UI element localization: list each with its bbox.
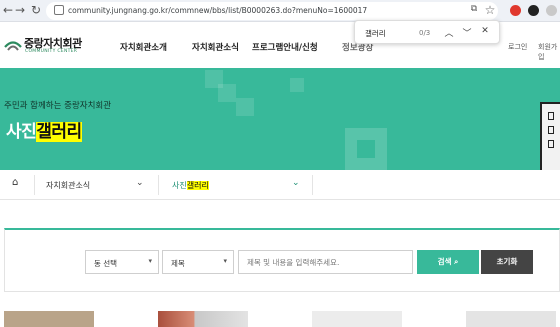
banner-decoration — [218, 84, 236, 102]
home-icon[interactable]: ⌂ — [12, 177, 18, 188]
signup-link[interactable]: 회원가입 — [538, 42, 560, 62]
breadcrumb-gallery-prefix: 사진 — [172, 181, 187, 190]
find-next-icon[interactable]: ﹀ — [461, 26, 473, 39]
chevron-down-icon: ▾ — [223, 257, 227, 265]
chevron-down-icon[interactable]: ⌄ — [136, 178, 144, 188]
nav-item-programs[interactable]: 프로그램안내/신청 — [252, 41, 318, 53]
chevron-down-icon: ▾ — [148, 257, 152, 265]
find-bar: 갤러리 0/3 ︿ ﹀ ✕ — [354, 20, 500, 44]
page-title-highlight: 갤러리 — [36, 122, 82, 142]
page-title: 사진갤러리 — [6, 117, 82, 142]
reset-button[interactable]: 초기화 — [481, 250, 533, 274]
find-match-count: 0/3 — [419, 29, 431, 37]
search-field-select[interactable]: 제목 ▾ — [162, 250, 234, 274]
extension-icon[interactable] — [510, 5, 521, 16]
url-text[interactable]: community.jungnang.go.kr/commnew/bbs/lis… — [68, 6, 367, 15]
search-field-value: 제목 — [171, 259, 185, 268]
breadcrumb: ⌂ 자치회관소식 ⌄ 사진갤러리 ⌄ — [0, 170, 560, 200]
logo-subtitle: COMMUNITY CENTER — [25, 49, 78, 54]
dong-select[interactable]: 동 선택 ▾ — [85, 250, 159, 274]
banner-decoration — [290, 78, 304, 92]
gallery-thumbnail[interactable] — [158, 311, 248, 327]
extensions-menu-icon[interactable] — [546, 5, 557, 16]
star-icon[interactable]: ☆ — [482, 3, 498, 17]
find-input[interactable]: 갤러리 — [365, 28, 386, 39]
banner-decoration — [236, 98, 254, 116]
nav-item-news[interactable]: 자치회관소식 — [192, 41, 239, 53]
search-button[interactable]: 검색 ⌕ — [417, 250, 479, 274]
search-input[interactable] — [238, 250, 413, 274]
find-previous-icon[interactable]: ︿ — [443, 26, 455, 39]
search-panel: 동 선택 ▾ 제목 ▾ 검색 ⌕ 초기화 — [4, 228, 560, 292]
dong-select-value: 동 선택 — [94, 259, 118, 268]
translate-icon[interactable]: ⧉ — [466, 4, 482, 14]
arrow-right-icon[interactable]: → — [12, 3, 28, 17]
search-icon: ⌕ — [454, 257, 459, 266]
gallery-thumbnail[interactable] — [466, 311, 556, 327]
gallery-thumbnail[interactable] — [4, 311, 94, 327]
reload-icon[interactable]: ↻ — [28, 3, 44, 17]
breadcrumb-divider — [312, 175, 313, 195]
browser-toolbar: ← → ↻ community.jungnang.go.kr/commnew/b… — [0, 0, 560, 22]
site-info-icon[interactable] — [54, 5, 64, 15]
nav-item-intro[interactable]: 자치회관소개 — [120, 41, 167, 53]
extension-dark-icon[interactable] — [528, 5, 539, 16]
page-banner: 주민과 함께하는 중랑자치회관 사진갤러리 — [0, 68, 560, 170]
page-title-prefix: 사진 — [6, 122, 37, 142]
breadcrumb-gallery-highlight: 갤러리 — [186, 181, 209, 190]
logo-icon[interactable] — [4, 38, 22, 52]
breadcrumb-item-gallery[interactable]: 사진갤러리 — [172, 180, 209, 191]
login-link[interactable]: 로그인 — [508, 42, 527, 52]
gallery-thumbnail[interactable] — [312, 311, 402, 327]
breadcrumb-divider — [158, 175, 159, 195]
building-illustration — [540, 102, 560, 170]
chevron-down-icon[interactable]: ⌄ — [292, 178, 300, 188]
find-close-icon[interactable]: ✕ — [479, 26, 491, 36]
breadcrumb-divider — [34, 175, 35, 195]
banner-subtitle: 주민과 함께하는 중랑자치회관 — [4, 101, 112, 111]
search-button-label: 검색 — [437, 257, 452, 266]
banner-decoration — [357, 140, 375, 158]
breadcrumb-item-news[interactable]: 자치회관소식 — [46, 180, 90, 191]
